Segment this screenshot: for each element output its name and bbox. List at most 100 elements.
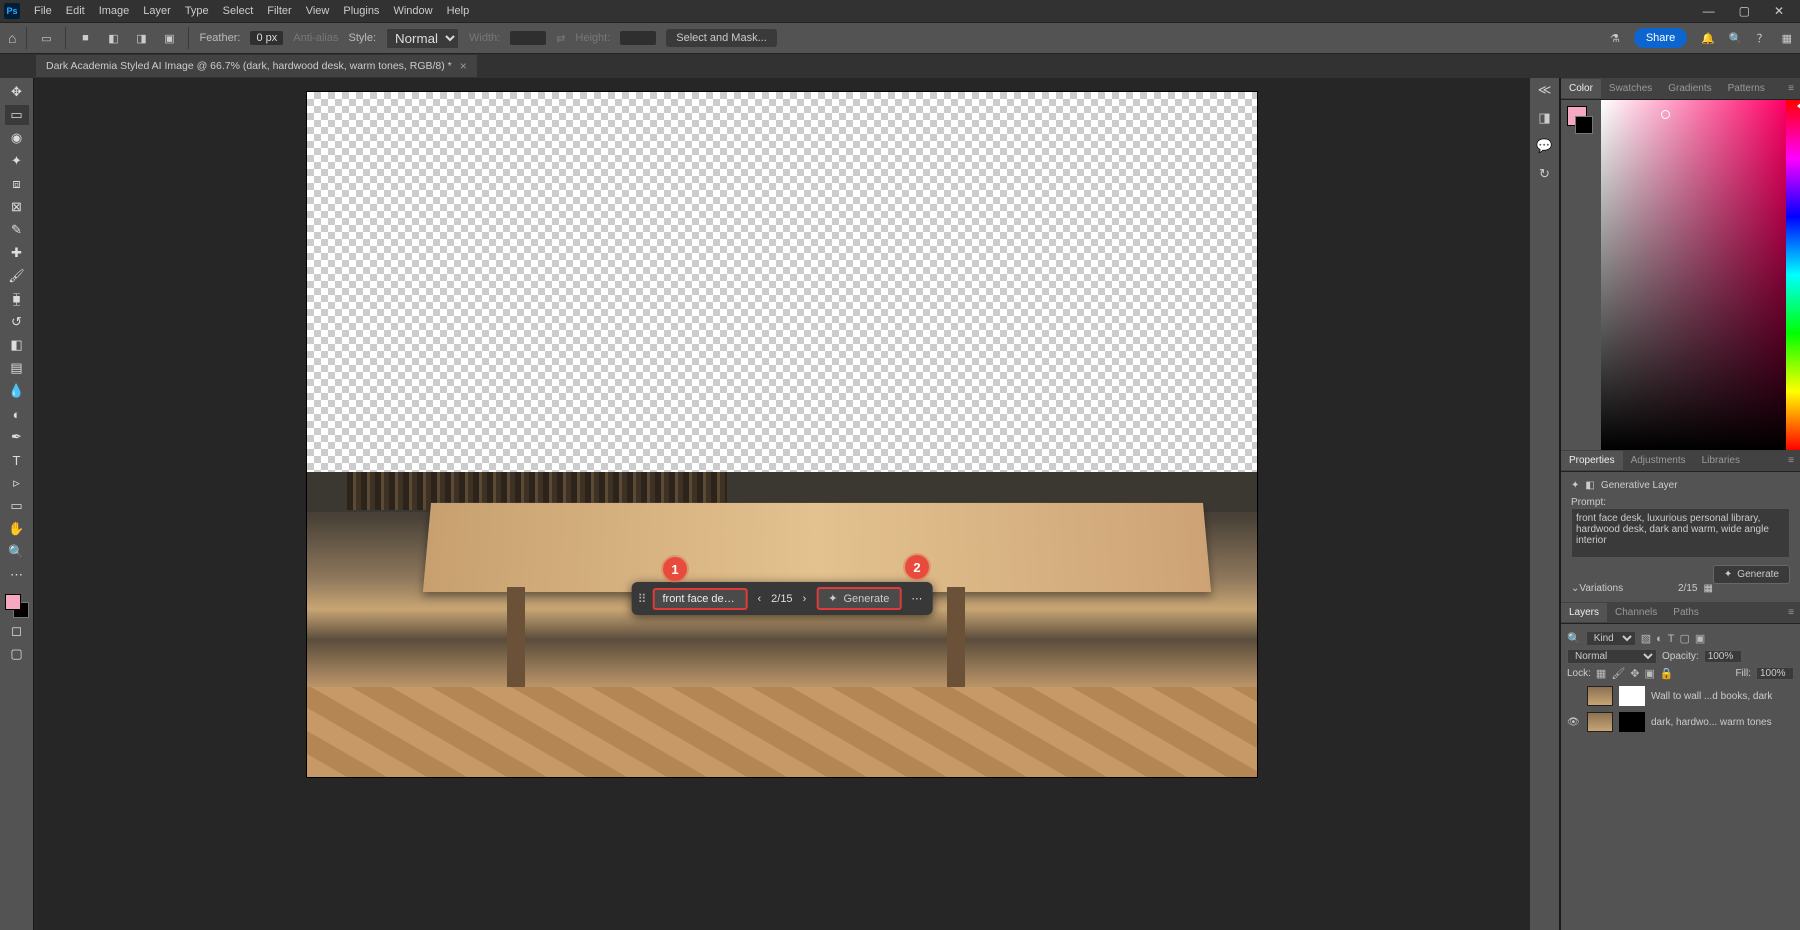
selection-intersect-icon[interactable]: ▣ <box>160 29 178 47</box>
filter-icon[interactable]: 🔍 <box>1567 632 1581 645</box>
generate-button-panel[interactable]: ✦ Generate <box>1713 565 1790 584</box>
hand-tool[interactable]: ✋ <box>5 519 29 539</box>
filter-kind-select[interactable]: Kind <box>1586 631 1636 646</box>
canvas[interactable]: ⠿ front face desk,... ‹ 2/15 › ✦ Generat… <box>307 92 1257 777</box>
tab-properties[interactable]: Properties <box>1561 451 1623 470</box>
menu-edit[interactable]: Edit <box>60 3 91 19</box>
next-variation-icon[interactable]: › <box>799 593 811 605</box>
lasso-tool[interactable]: ◉ <box>5 128 29 148</box>
tab-paths[interactable]: Paths <box>1665 603 1707 622</box>
prev-variation-icon[interactable]: ‹ <box>753 593 765 605</box>
lock-all-icon[interactable]: 🔒 <box>1660 667 1674 680</box>
menu-window[interactable]: Window <box>387 3 438 19</box>
eraser-tool[interactable]: ◧ <box>5 335 29 355</box>
quick-select-tool[interactable]: ✦ <box>5 151 29 171</box>
marquee-tool-icon[interactable]: ▭ <box>37 29 55 47</box>
tab-channels[interactable]: Channels <box>1607 603 1665 622</box>
help-icon[interactable]: ？ <box>1757 30 1768 46</box>
rectangle-tool[interactable]: ▭ <box>5 496 29 516</box>
background-color[interactable] <box>1575 116 1593 134</box>
tab-layers[interactable]: Layers <box>1561 603 1607 622</box>
layer-row[interactable]: Wall to wall ...d books, dark <box>1567 683 1794 709</box>
brush-tool[interactable]: 🖌 <box>5 266 29 286</box>
search-icon[interactable]: 🔍 <box>1729 32 1743 45</box>
panel-menu-icon[interactable]: ≡ <box>1782 81 1800 96</box>
opacity-input[interactable] <box>1704 650 1742 663</box>
comment-icon[interactable]: 💬 <box>1536 138 1552 154</box>
move-tool[interactable]: ✥ <box>5 82 29 102</box>
more-tools-icon[interactable]: ⋯ <box>5 565 29 585</box>
more-options-icon[interactable]: ⋯ <box>907 592 926 605</box>
document-tab[interactable]: Dark Academia Styled AI Image @ 66.7% (d… <box>36 55 477 77</box>
panel-menu-icon[interactable]: ≡ <box>1782 453 1800 468</box>
workspace-switcher-icon[interactable]: ▦ <box>1782 32 1792 45</box>
quick-mask-icon[interactable]: ◻ <box>5 621 29 641</box>
prompt-textarea[interactable]: front face desk, luxurious personal libr… <box>1571 508 1790 558</box>
history-brush-tool[interactable]: ↺ <box>5 312 29 332</box>
share-button[interactable]: Share <box>1634 28 1687 48</box>
path-select-tool[interactable]: ▹ <box>5 473 29 493</box>
filter-smart-icon[interactable]: ▣ <box>1695 632 1705 645</box>
pen-tool[interactable]: ✒ <box>5 427 29 447</box>
flask-icon[interactable]: ⚗ <box>1610 32 1620 45</box>
tab-libraries[interactable]: Libraries <box>1694 451 1748 470</box>
panel-menu-icon[interactable]: ≡ <box>1782 605 1800 620</box>
feather-input[interactable]: 0 px <box>250 31 283 45</box>
menu-view[interactable]: View <box>300 3 336 19</box>
visibility-toggle[interactable]: 👁 <box>1567 717 1581 728</box>
type-tool[interactable]: T <box>5 450 29 470</box>
grid-view-icon[interactable]: ▦ <box>1703 583 1712 594</box>
lock-move-icon[interactable]: ✥ <box>1630 667 1639 680</box>
filter-shape-icon[interactable]: ▢ <box>1680 632 1690 645</box>
lock-trans-icon[interactable]: ▦ <box>1596 667 1606 680</box>
healing-brush-tool[interactable]: ✚ <box>5 243 29 263</box>
prompt-chip[interactable]: front face desk,... <box>652 588 747 610</box>
menu-select[interactable]: Select <box>217 3 260 19</box>
filter-type-icon[interactable]: T <box>1668 633 1675 645</box>
fill-input[interactable] <box>1756 667 1794 680</box>
tab-swatches[interactable]: Swatches <box>1601 79 1660 98</box>
selection-new-icon[interactable]: ■ <box>76 29 94 47</box>
tab-gradients[interactable]: Gradients <box>1660 79 1719 98</box>
panel-icon[interactable]: ◨ <box>1538 110 1550 126</box>
menu-plugins[interactable]: Plugins <box>337 3 385 19</box>
hue-slider[interactable] <box>1786 100 1800 450</box>
gradient-tool[interactable]: ▤ <box>5 358 29 378</box>
lock-brush-icon[interactable]: 🖌 <box>1611 667 1625 680</box>
foreground-swatch[interactable] <box>5 594 21 610</box>
zoom-tool[interactable]: 🔍 <box>5 542 29 562</box>
notifications-icon[interactable]: 🔔 <box>1701 32 1715 45</box>
dodge-tool[interactable]: ◐ <box>5 404 29 424</box>
tab-color[interactable]: Color <box>1561 79 1601 98</box>
home-icon[interactable]: ⌂ <box>8 30 16 46</box>
drag-handle-icon[interactable]: ⠿ <box>638 592 647 606</box>
color-field[interactable] <box>1601 100 1786 450</box>
collapse-panels-icon[interactable]: ≪ <box>1538 82 1552 98</box>
blur-tool[interactable]: 💧 <box>5 381 29 401</box>
generate-button[interactable]: ✦ Generate <box>816 587 901 610</box>
blend-mode-select[interactable]: Normal <box>1567 649 1657 664</box>
contextual-task-bar[interactable]: ⠿ front face desk,... ‹ 2/15 › ✦ Generat… <box>632 582 933 615</box>
minimize-icon[interactable]: — <box>1703 4 1715 18</box>
tab-adjustments[interactable]: Adjustments <box>1623 451 1694 470</box>
frame-tool[interactable]: ⊠ <box>5 197 29 217</box>
close-icon[interactable]: ✕ <box>1774 4 1784 18</box>
menu-image[interactable]: Image <box>93 3 136 19</box>
marquee-tool[interactable]: ▭ <box>5 105 29 125</box>
menu-file[interactable]: File <box>28 3 58 19</box>
history-icon[interactable]: ↻ <box>1539 166 1550 182</box>
lock-nest-icon[interactable]: ▣ <box>1645 667 1655 680</box>
selection-subtract-icon[interactable]: ◨ <box>132 29 150 47</box>
layer-row[interactable]: 👁 dark, hardwo... warm tones <box>1567 709 1794 735</box>
menu-filter[interactable]: Filter <box>261 3 297 19</box>
crop-tool[interactable]: ⧈ <box>5 174 29 194</box>
selection-add-icon[interactable]: ◧ <box>104 29 122 47</box>
menu-type[interactable]: Type <box>179 3 215 19</box>
tab-close-icon[interactable]: × <box>460 59 467 73</box>
clone-stamp-tool[interactable]: ⧯ <box>5 289 29 309</box>
color-swatches[interactable] <box>5 594 29 618</box>
select-and-mask-button[interactable]: Select and Mask... <box>666 29 777 47</box>
filter-adjust-icon[interactable]: ◐ <box>1656 633 1663 645</box>
maximize-icon[interactable]: ▢ <box>1739 4 1750 18</box>
menu-help[interactable]: Help <box>441 3 476 19</box>
